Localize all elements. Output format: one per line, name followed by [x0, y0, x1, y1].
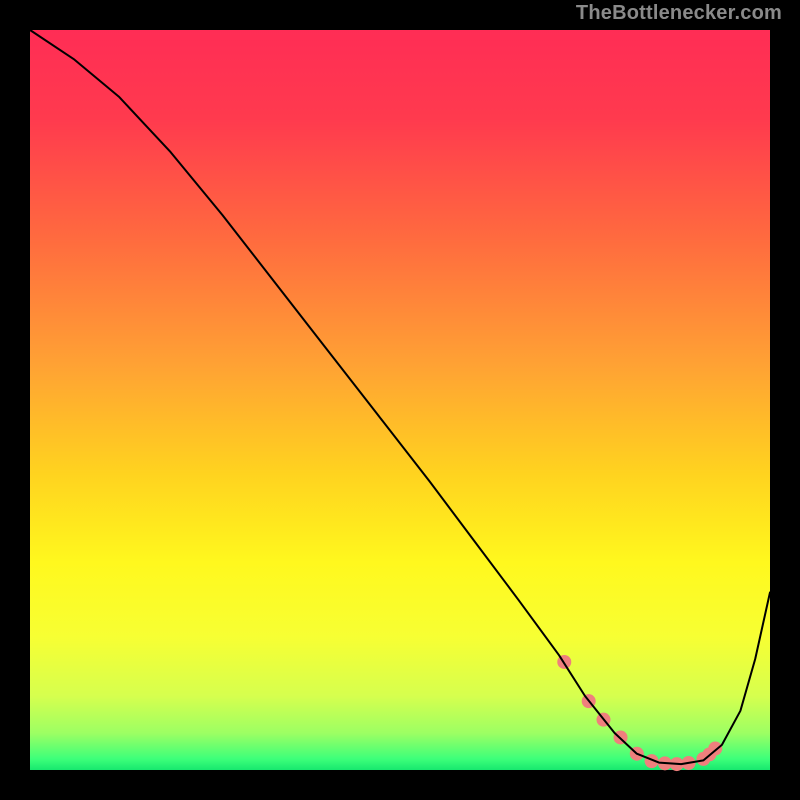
watermark-text: TheBottleneсker.com	[576, 2, 782, 25]
chart-frame: TheBottleneсker.com	[0, 0, 800, 800]
bottleneck-chart	[0, 0, 800, 800]
plot-background	[30, 30, 770, 770]
